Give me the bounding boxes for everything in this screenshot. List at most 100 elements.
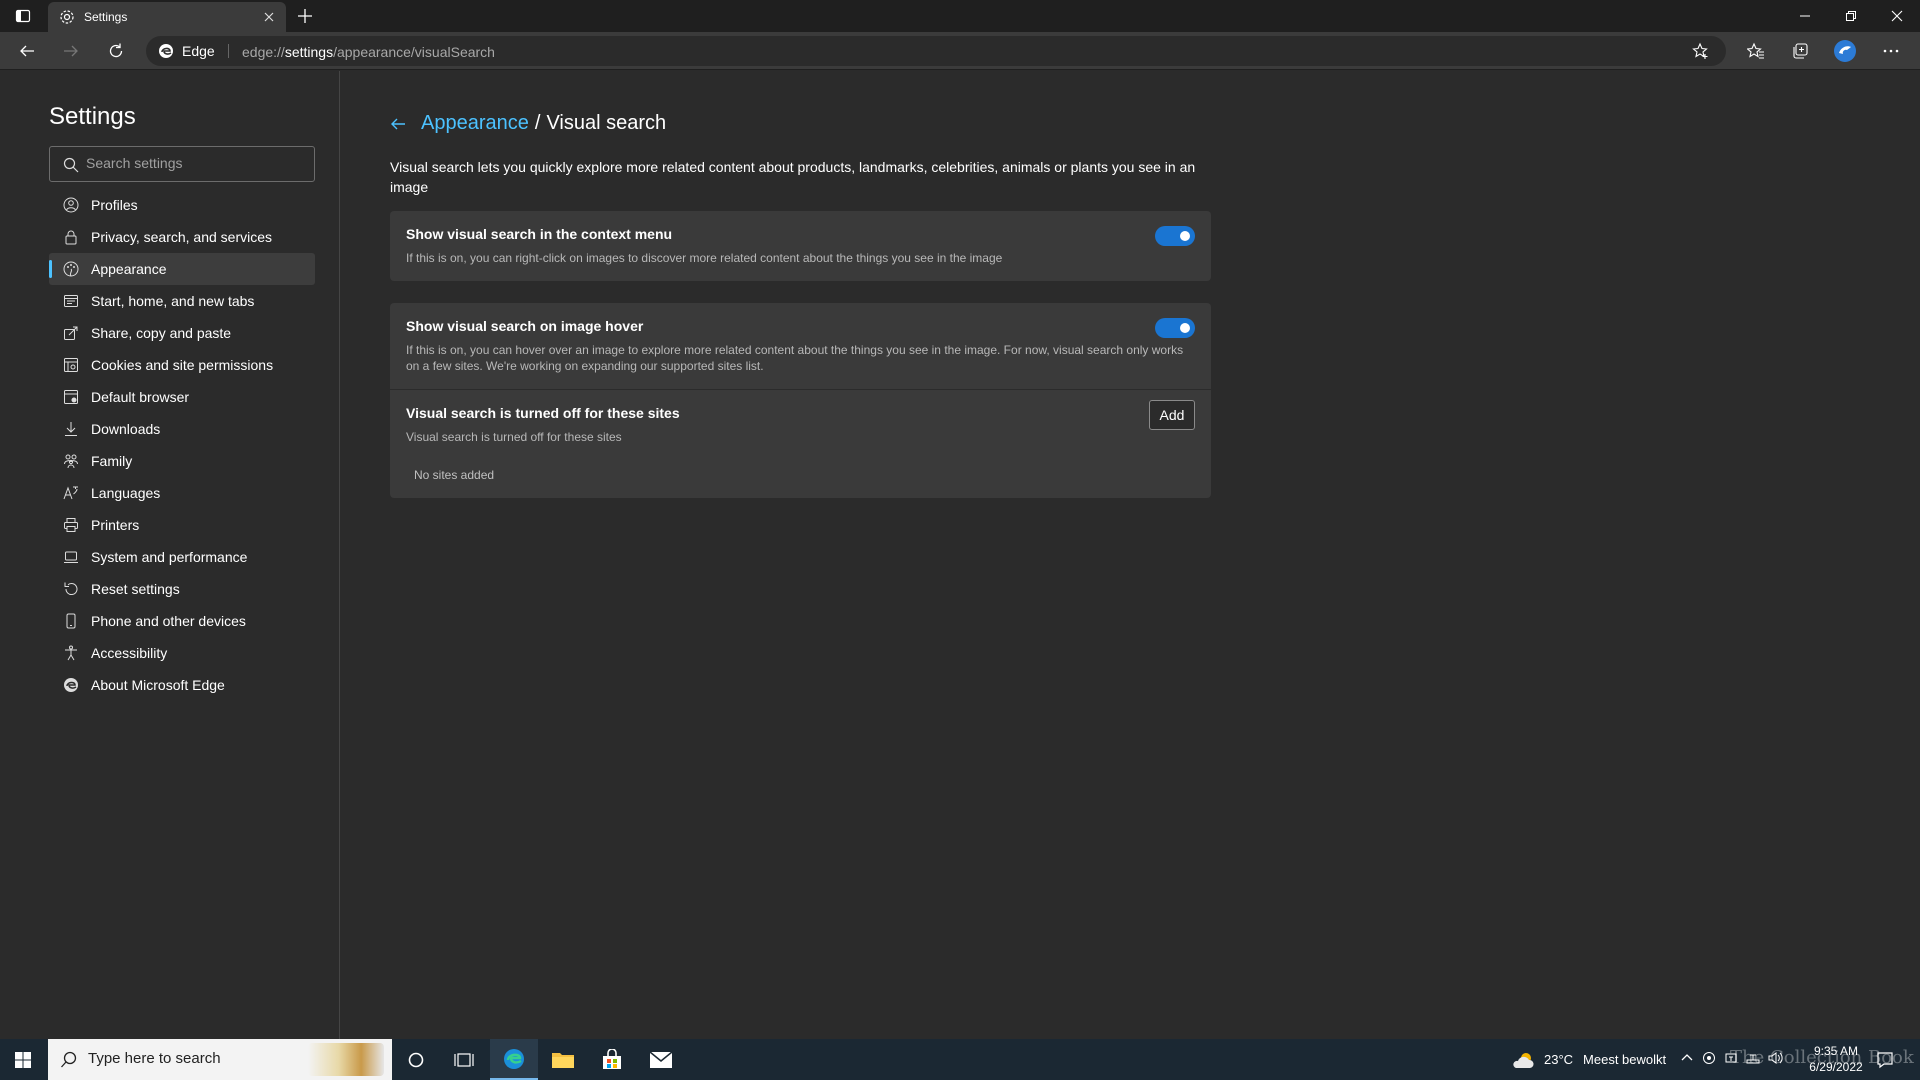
sidebar-item-privacy[interactable]: Privacy, search, and services <box>49 221 315 253</box>
tab-actions-icon[interactable] <box>14 7 32 25</box>
sidebar-item-about[interactable]: About Microsoft Edge <box>49 669 315 701</box>
refresh-button[interactable] <box>100 36 132 66</box>
download-icon <box>63 421 79 437</box>
back-button[interactable] <box>11 36 43 66</box>
taskbar-clock[interactable]: 9:35 AM 6/29/2022 <box>1806 1043 1866 1075</box>
sidebar-item-share[interactable]: Share, copy and paste <box>49 317 315 349</box>
browser-icon <box>63 389 79 405</box>
address-bar[interactable]: Edge edge://settings/appearance/visualSe… <box>146 36 1726 66</box>
sidebar-item-family[interactable]: Family <box>49 445 315 477</box>
add-favorite-icon[interactable] <box>1692 42 1710 60</box>
close-window-button[interactable] <box>1874 0 1920 32</box>
sidebar-item-downloads[interactable]: Downloads <box>49 413 315 445</box>
empty-sites-text: No sites added <box>414 468 495 482</box>
image-hover-setting: Show visual search on image hover If thi… <box>390 303 1211 389</box>
sidebar-item-accessibility[interactable]: Accessibility <box>49 637 315 669</box>
clock-date: 6/29/2022 <box>1809 1060 1863 1074</box>
sidebar-item-label: Downloads <box>91 421 161 437</box>
setting-description: If this is on, you can hover over an ima… <box>406 343 1184 373</box>
settings-nav: Profiles Privacy, search, and services A… <box>49 189 315 701</box>
add-site-button[interactable]: Add <box>1149 400 1195 430</box>
sidebar-item-phone[interactable]: Phone and other devices <box>49 605 315 637</box>
browser-tab-settings[interactable]: Settings <box>48 2 286 32</box>
task-view-icon <box>454 1052 474 1067</box>
sidebar-item-label: Default browser <box>91 389 190 405</box>
sidebar-item-label: Phone and other devices <box>91 613 246 629</box>
taskbar-app-edge[interactable] <box>490 1039 538 1080</box>
weather-condition: Meest bewolkt <box>1583 1052 1667 1067</box>
task-view-button[interactable] <box>440 1039 488 1080</box>
page-description: Visual search lets you quickly explore m… <box>390 159 1196 195</box>
taskbar-search-input[interactable] <box>88 1050 298 1067</box>
printer-icon <box>63 517 79 533</box>
new-tab-icon[interactable] <box>296 7 314 25</box>
more-icon <box>1883 49 1899 53</box>
clock-time: 9:35 AM <box>1813 1044 1859 1058</box>
notification-center-button[interactable] <box>1876 1039 1894 1080</box>
sidebar-item-cookies[interactable]: Cookies and site permissions <box>49 349 315 381</box>
sidebar-item-appearance[interactable]: Appearance <box>49 253 315 285</box>
browser-toolbar: Edge edge://settings/appearance/visualSe… <box>0 32 1920 70</box>
breadcrumb-link-appearance[interactable]: Appearance <box>421 112 529 135</box>
sidebar-item-reset[interactable]: Reset settings <box>49 573 315 605</box>
family-icon <box>63 453 79 469</box>
edge-icon <box>504 1048 524 1069</box>
favorites-button[interactable] <box>1740 36 1772 66</box>
sidebar-item-start-home[interactable]: Start, home, and new tabs <box>49 285 315 317</box>
sidebar-item-label: Languages <box>91 485 161 501</box>
sidebar-item-label: System and performance <box>91 549 248 565</box>
close-tab-icon[interactable] <box>260 8 278 26</box>
restore-icon <box>1846 11 1856 21</box>
taskbar-app-mail[interactable] <box>637 1039 685 1080</box>
taskbar-search-box[interactable] <box>48 1039 392 1080</box>
sidebar-item-label: Profiles <box>91 197 138 213</box>
settings-title: Settings <box>49 103 136 130</box>
forward-arrow-icon <box>64 45 78 57</box>
taskbar-app-file-explorer[interactable] <box>539 1039 587 1080</box>
sidebar-item-printers[interactable]: Printers <box>49 509 315 541</box>
windows-logo-icon <box>15 1051 31 1068</box>
weather-widget[interactable]: 23°C Meest bewolkt <box>1512 1039 1666 1080</box>
profile-button[interactable] <box>1829 36 1861 66</box>
sidebar-item-label: Reset settings <box>91 581 180 597</box>
more-menu-button[interactable] <box>1875 36 1907 66</box>
home-tab-icon <box>63 293 79 309</box>
sidebar-item-profiles[interactable]: Profiles <box>49 189 315 221</box>
context-menu-toggle[interactable] <box>1155 226 1195 246</box>
reset-icon <box>63 581 79 597</box>
appearance-icon <box>63 261 79 277</box>
shield-icon[interactable] <box>1702 1051 1716 1068</box>
cookies-icon <box>63 357 79 373</box>
sidebar-item-default-browser[interactable]: Default browser <box>49 381 315 413</box>
breadcrumb: Appearance / Visual search <box>389 112 666 135</box>
collections-button[interactable] <box>1784 36 1816 66</box>
address-separator <box>228 44 229 58</box>
sidebar-item-system[interactable]: System and performance <box>49 541 315 573</box>
start-button[interactable] <box>0 1039 46 1080</box>
search-highlight-illustration <box>308 1043 384 1076</box>
image-hover-toggle[interactable] <box>1155 318 1195 338</box>
sidebar-item-label: Appearance <box>91 261 167 277</box>
search-settings-box[interactable] <box>49 146 315 182</box>
setting-description: Visual search is turned off for these si… <box>406 430 622 444</box>
chevron-up-icon[interactable] <box>1680 1051 1694 1068</box>
search-settings-input[interactable] <box>86 155 306 171</box>
share-icon <box>63 325 79 341</box>
laptop-icon <box>63 549 79 565</box>
edge-icon <box>63 677 79 693</box>
site-identity-label: Edge <box>182 43 215 59</box>
back-arrow-icon[interactable] <box>389 115 407 133</box>
cortana-button[interactable] <box>392 1039 440 1080</box>
forward-button[interactable] <box>55 36 87 66</box>
url-text[interactable]: edge://settings/appearance/visualSearch <box>242 44 495 60</box>
site-identity-chip[interactable]: Edge <box>158 43 215 59</box>
minimize-button[interactable] <box>1782 0 1828 32</box>
search-icon <box>60 1051 78 1069</box>
taskbar-app-store[interactable] <box>588 1039 636 1080</box>
lock-icon <box>63 229 79 245</box>
sidebar-item-languages[interactable]: Languages <box>49 477 315 509</box>
sidebar-item-label: Family <box>91 453 133 469</box>
cortana-icon <box>408 1052 424 1067</box>
restore-button[interactable] <box>1828 0 1874 32</box>
windows-taskbar: 23°C Meest bewolkt The Collection Book 9… <box>0 1039 1920 1080</box>
